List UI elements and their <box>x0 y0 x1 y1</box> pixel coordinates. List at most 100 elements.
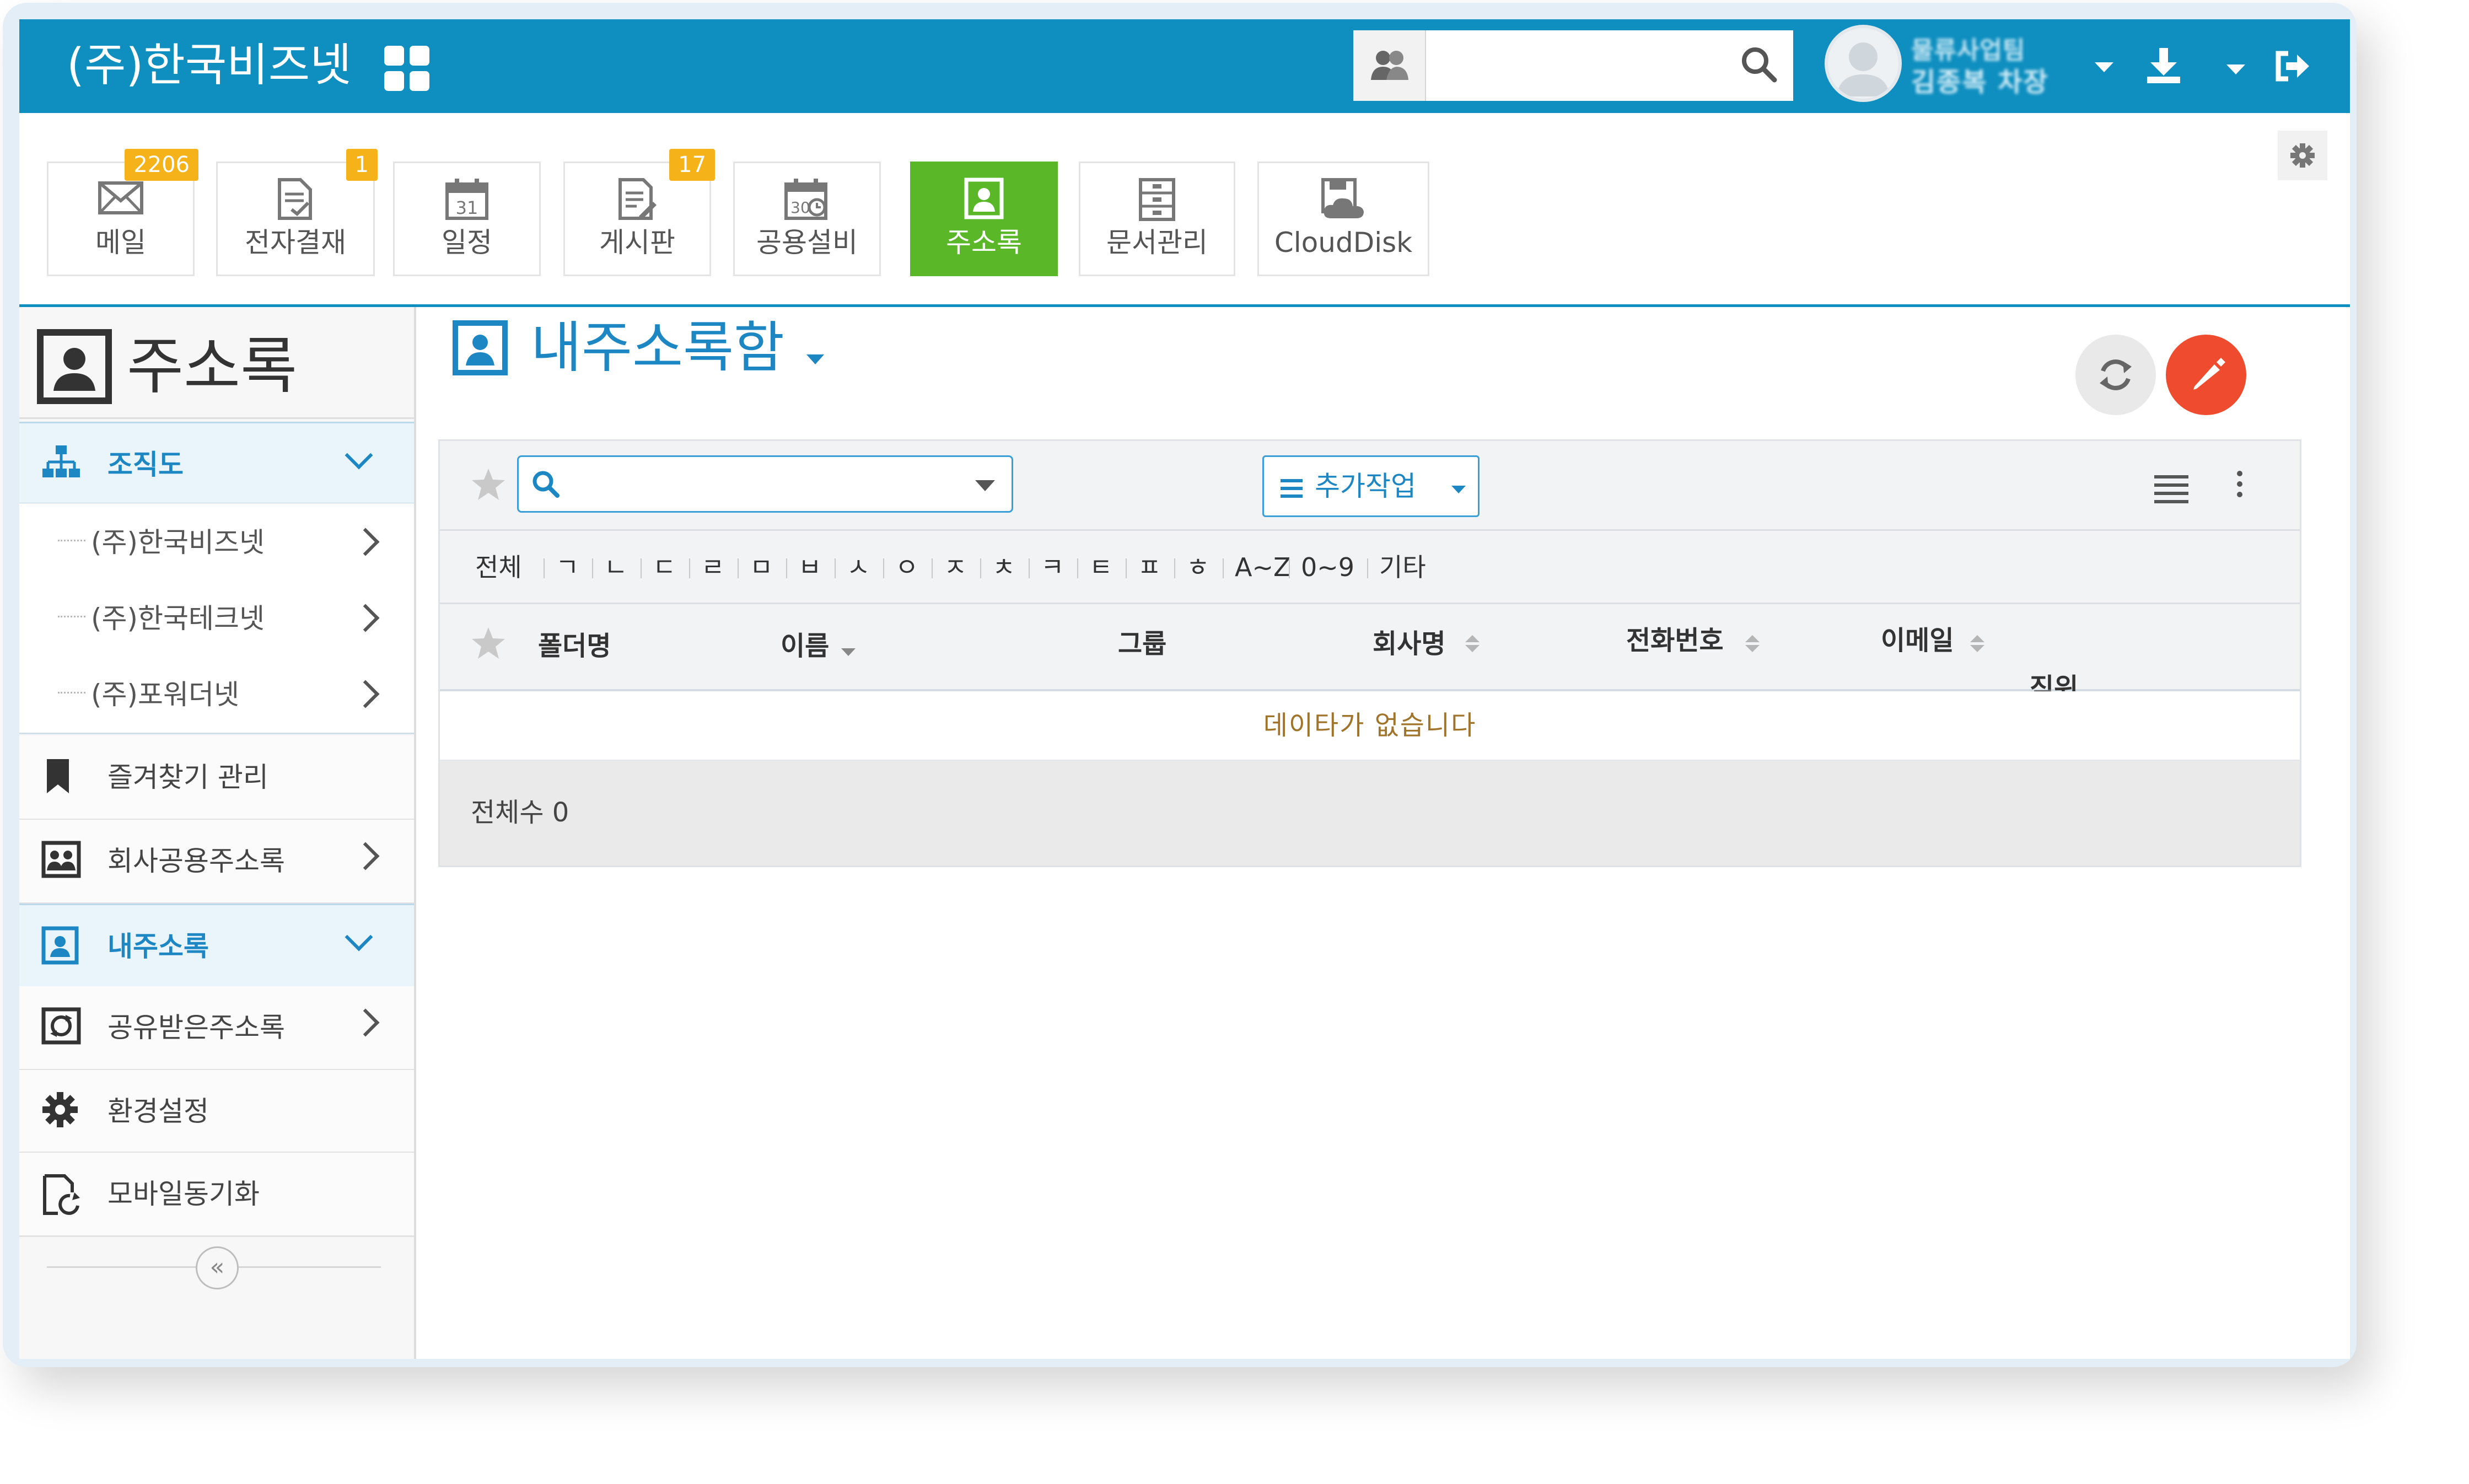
search-icon[interactable] <box>530 468 562 502</box>
alpha-separator <box>1077 558 1078 578</box>
apps-grid-icon[interactable] <box>384 46 431 92</box>
app-calendar[interactable]: 31 일정 <box>393 162 541 276</box>
refresh-icon <box>2100 359 2132 390</box>
user-menu-caret-icon[interactable] <box>2095 62 2113 72</box>
app-board[interactable]: 17 게시판 <box>563 149 715 276</box>
main-content: 내주소록함 추가작업 전체 ㄱ ㄴ ㄷ ㄹ ㅁ ㅂ ㅅ ㅇ ㅈ ㅊ ㅋ ㅌ ㅍ … <box>416 307 2350 1359</box>
logout-icon[interactable] <box>2274 50 2310 84</box>
chevron-down-icon[interactable] <box>345 441 373 470</box>
alpha-filter-item[interactable]: ㄴ <box>604 550 627 585</box>
alpha-separator <box>738 558 739 578</box>
alpha-filter-item[interactable]: 기타 <box>1379 550 1426 585</box>
column-group[interactable]: 그룹 <box>1118 626 1166 662</box>
alpha-filter-item[interactable]: ㄹ <box>701 550 724 585</box>
clouddisk-icon <box>1259 178 1428 222</box>
refresh-button[interactable] <box>2075 335 2156 415</box>
app-mail[interactable]: 2206 메일 <box>47 149 198 276</box>
top-bar: (주)한국비즈넷 물류사업팀 김종복 차장 <box>19 19 2350 113</box>
empty-state-message: 데이타가 없습니다 <box>1263 710 1477 741</box>
chevron-right-icon[interactable] <box>351 528 380 556</box>
sidebar-item-settings[interactable]: 환경설정 <box>19 1070 414 1153</box>
alpha-filter-item[interactable]: ㅇ <box>895 550 918 585</box>
column-folder[interactable]: 폴더명 <box>538 628 611 664</box>
more-options-icon[interactable] <box>2237 471 2242 502</box>
alpha-filter-item[interactable]: A~Z <box>1235 550 1291 585</box>
alpha-separator <box>1223 558 1224 578</box>
sidebar-org-child[interactable]: (주)한국테크넷 <box>19 579 414 657</box>
approval-icon <box>218 178 373 222</box>
sidebar-item-mobile-sync[interactable]: 모바일동기화 <box>19 1153 414 1237</box>
people-icon[interactable] <box>1353 30 1426 101</box>
alpha-filter-item[interactable]: ㅋ <box>1041 550 1064 585</box>
collapse-sidebar-icon[interactable]: « <box>196 1246 239 1289</box>
sidebar-item-favorites[interactable]: 즐겨찾기 관리 <box>19 736 414 820</box>
app-addressbook[interactable]: 주소록 <box>910 162 1058 276</box>
column-company[interactable]: 회사명 <box>1373 626 1445 662</box>
settings-gear-icon[interactable] <box>2278 131 2327 180</box>
sidebar-item-org-chart[interactable]: 조직도 <box>19 422 414 504</box>
search-icon[interactable] <box>1739 45 1779 87</box>
org-chart-icon <box>41 444 81 486</box>
title-dropdown-icon[interactable] <box>806 354 824 364</box>
column-name[interactable]: 이름 <box>781 628 829 664</box>
sort-desc-icon[interactable] <box>841 648 856 656</box>
sync-icon <box>41 1174 81 1218</box>
list-search-input[interactable] <box>579 465 934 504</box>
alpha-filter-item[interactable]: ㄷ <box>653 550 676 585</box>
column-email[interactable]: 이메일 <box>1881 623 1954 658</box>
mail-badge: 2206 <box>125 149 198 181</box>
list-view-icon[interactable] <box>2154 475 2188 508</box>
alpha-separator <box>835 558 836 578</box>
alpha-filter-item[interactable]: ㄱ <box>556 550 579 585</box>
app-label: CloudDisk <box>1274 227 1413 259</box>
alpha-filter-item[interactable]: ㅊ <box>992 550 1015 585</box>
empty-state-row: 데이타가 없습니다 <box>440 691 2300 761</box>
org-child-label: (주)포워더넷 <box>91 679 240 711</box>
user-avatar[interactable] <box>1825 25 1902 102</box>
page-title[interactable]: 내주소록함 <box>531 314 784 382</box>
alpha-filter-item[interactable]: 0~9 <box>1301 550 1354 585</box>
addressbook-icon <box>41 926 79 967</box>
alpha-filter-item[interactable]: 전체 <box>475 550 522 585</box>
sidebar-item-shared-received[interactable]: 공유받은주소록 <box>19 986 414 1071</box>
search-options-caret-icon[interactable] <box>975 480 995 491</box>
app-clouddisk[interactable]: CloudDisk <box>1257 162 1429 276</box>
sidebar-item-my-addressbook[interactable]: 내주소록 <box>19 904 414 988</box>
chevron-right-icon[interactable] <box>351 680 380 708</box>
download-icon[interactable] <box>2146 47 2181 87</box>
alpha-filter-item[interactable]: ㅁ <box>750 550 773 585</box>
star-icon[interactable] <box>471 467 506 504</box>
sidebar-title: 주소록 <box>127 331 298 402</box>
gear-icon <box>41 1091 79 1131</box>
download-menu-caret-icon[interactable] <box>2226 64 2245 74</box>
alpha-filter-item[interactable]: ㅅ <box>847 550 870 585</box>
alpha-filter-item[interactable]: ㅈ <box>944 550 967 585</box>
app-document[interactable]: 문서관리 <box>1079 162 1235 276</box>
sidebar-org-child[interactable]: (주)한국비즈넷 <box>19 503 414 580</box>
add-contact-button[interactable] <box>2166 335 2246 415</box>
chevron-down-icon[interactable] <box>345 923 373 951</box>
app-approval[interactable]: 1 전자결재 <box>216 149 378 276</box>
alpha-filter-item[interactable]: ㅌ <box>1089 550 1112 585</box>
star-icon[interactable] <box>471 626 506 663</box>
facility-icon-text: 30 <box>790 198 810 217</box>
global-search-input[interactable] <box>1430 38 1719 94</box>
sidebar-item-company-shared[interactable]: 회사공용주소록 <box>19 820 414 904</box>
app-facility[interactable]: 30 공용설비 <box>733 162 881 276</box>
column-phone[interactable]: 전화번호 <box>1626 623 1724 658</box>
address-list-panel: 추가작업 전체 ㄱㄴㄷㄹㅁㅂㅅㅇㅈㅊㅋㅌㅍㅎ A~Z 0~9 기타 폴더명 이름 그룹 … <box>438 439 2301 867</box>
sidebar-org-child[interactable]: (주)포워더넷 <box>19 655 414 734</box>
list-toolbar: 추가작업 <box>440 441 2300 531</box>
alpha-separator <box>1289 558 1290 578</box>
brand-title[interactable]: (주)한국비즈넷 <box>67 38 352 93</box>
alpha-filter-bar: 전체 ㄱㄴㄷㄹㅁㅂㅅㅇㅈㅊㅋㅌㅍㅎ A~Z 0~9 기타 <box>440 531 2300 604</box>
alpha-filter-item[interactable]: ㅍ <box>1138 550 1161 585</box>
more-actions-button[interactable]: 추가작업 <box>1262 455 1480 517</box>
chevron-right-icon[interactable] <box>351 604 380 632</box>
chevron-right-icon[interactable] <box>351 842 380 870</box>
addressbook-icon <box>912 178 1056 222</box>
app-label: 문서관리 <box>1106 227 1208 259</box>
alpha-filter-item[interactable]: ㅂ <box>798 550 821 585</box>
alpha-filter-item[interactable]: ㅎ <box>1186 550 1209 585</box>
chevron-right-icon[interactable] <box>351 1008 380 1037</box>
